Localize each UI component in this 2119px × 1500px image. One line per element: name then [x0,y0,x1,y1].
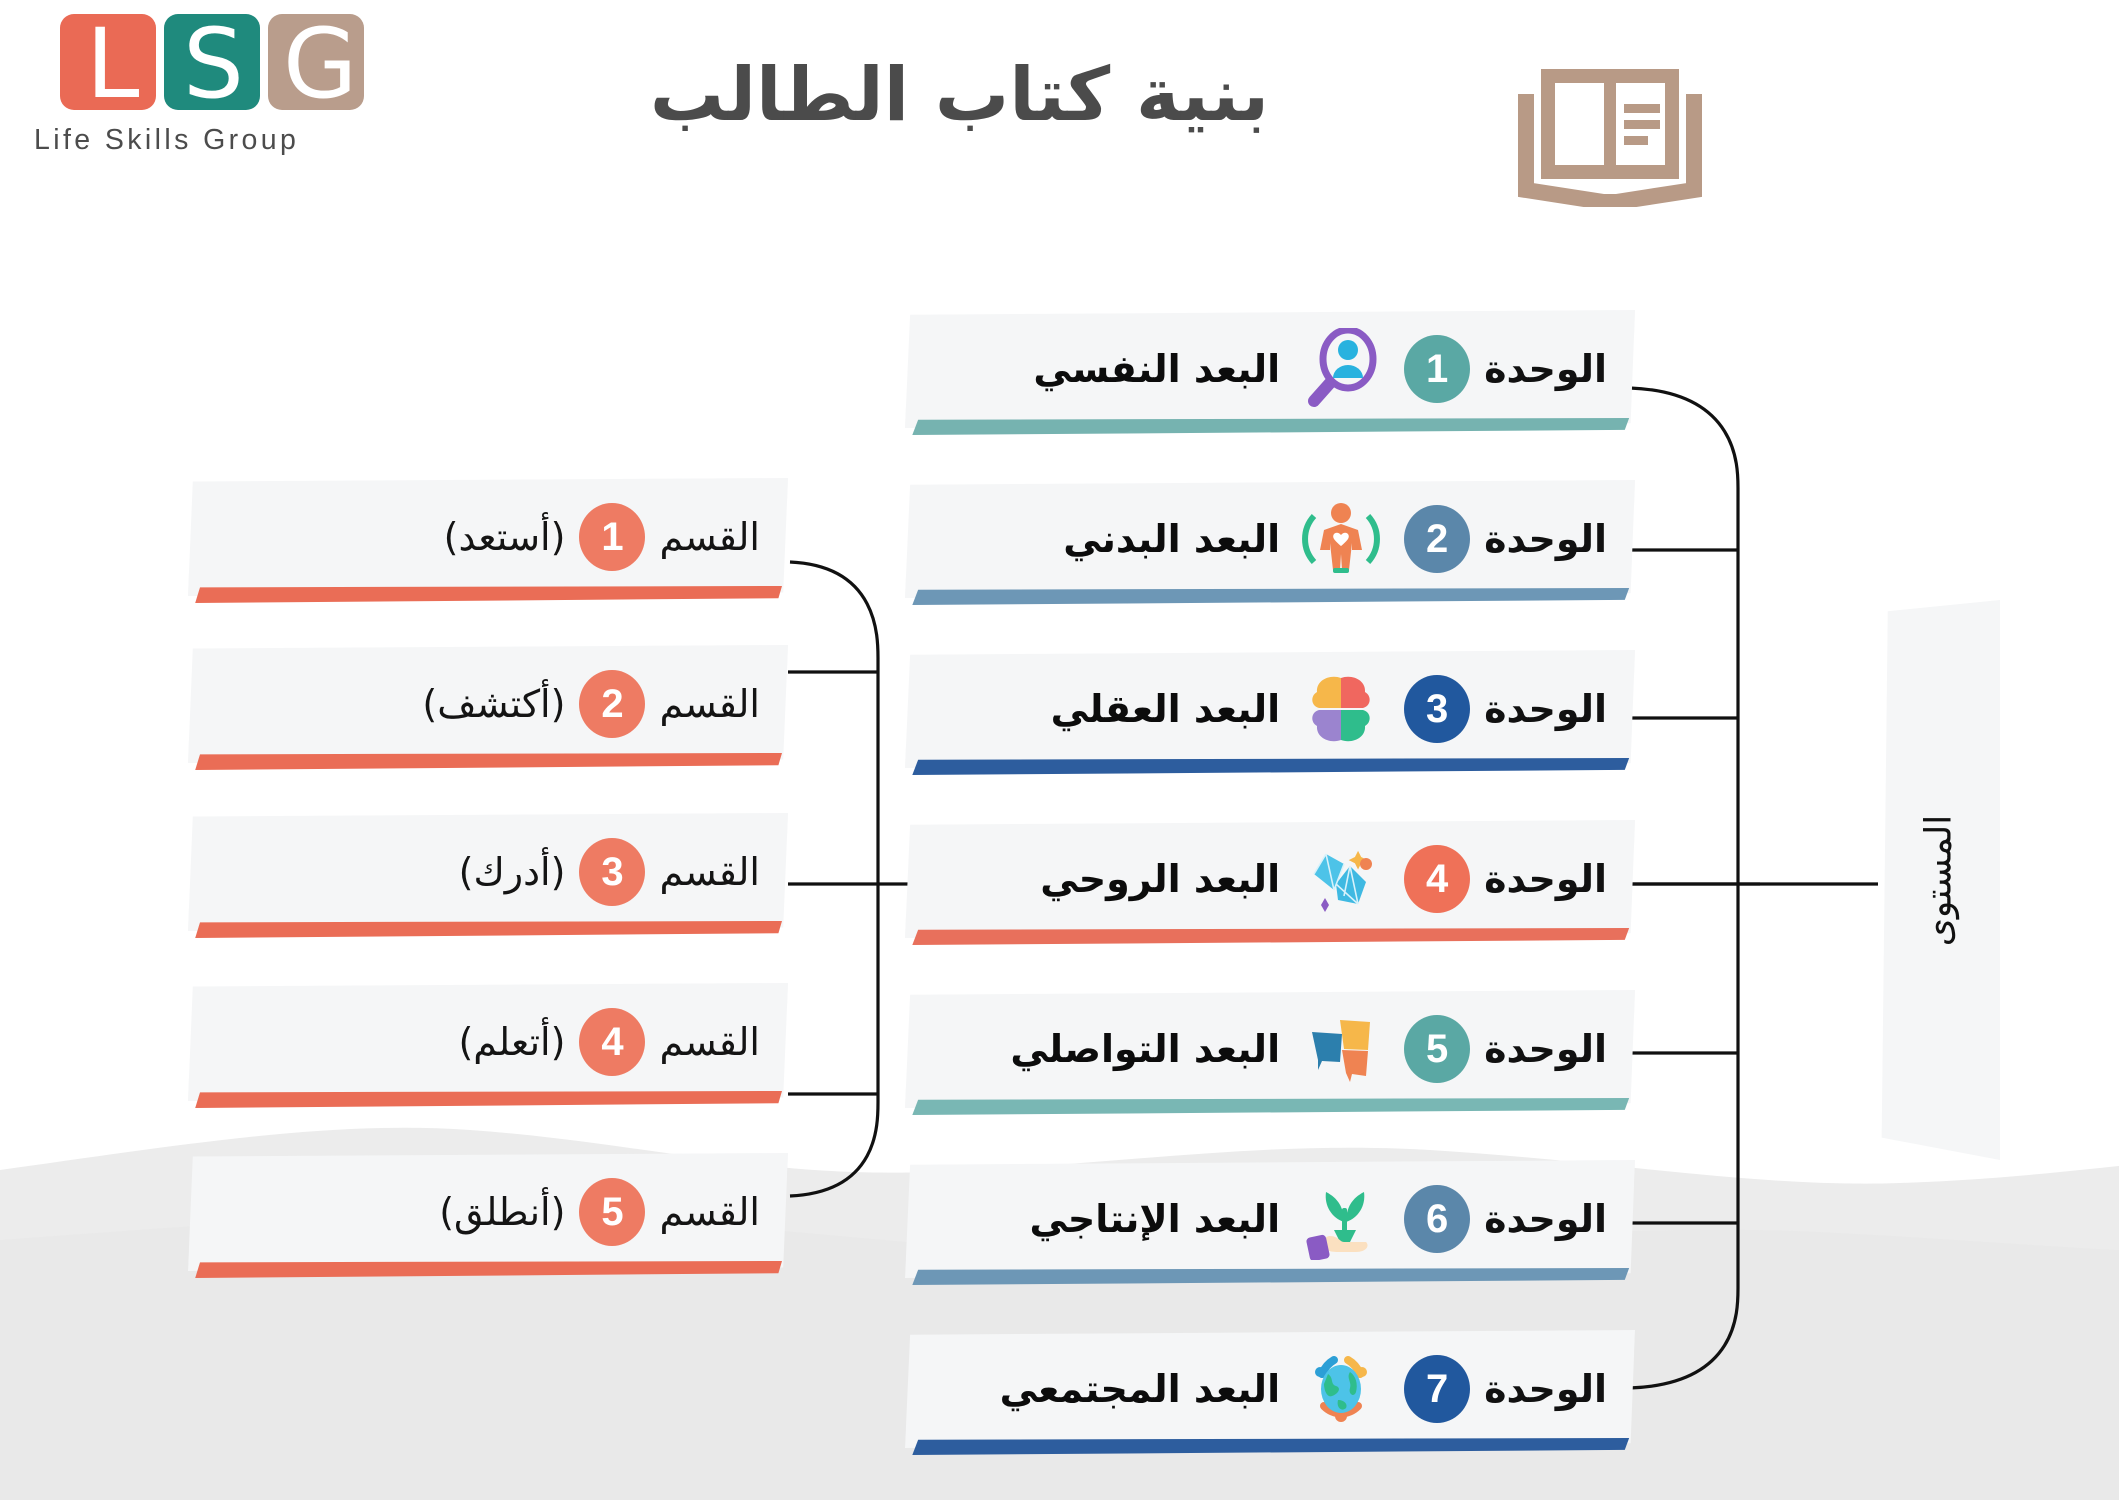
unit-card-1-content: الوحدة 1 البعد النفسي [905,310,1635,428]
section-name-label: (أنطلق) [439,1190,566,1234]
unit-card-7-content: الوحدة 7 البعد المجتمعي [905,1330,1635,1448]
unit-prefix-label: الوحدة [1484,1027,1607,1071]
level-panel-label: المستوى [1918,814,1960,946]
section-name-label: (أستعد) [443,515,566,559]
body-person-heart-icon [1300,498,1382,580]
section-number-badge: 5 [579,1178,646,1246]
section-card-1-content: القسم 1 (أستعد) [188,478,788,596]
unit-prefix-label: الوحدة [1484,1197,1607,1241]
unit-name-label: البعد النفسي [1033,347,1281,391]
section-prefix-label: القسم [659,850,760,894]
open-book-icon [1510,62,1710,212]
unit-number-badge: 7 [1404,1355,1471,1423]
globe-people-icon [1300,1348,1382,1430]
section-prefix-label: القسم [659,682,760,726]
section-card-2[interactable]: القسم 2 (أكتشف) [188,645,788,770]
page-header: L S G Life Skills Group بنية كتاب الطالب [0,0,2119,250]
unit-card-1[interactable]: الوحدة 1 البعد النفسي [905,310,1635,435]
unit-prefix-label: الوحدة [1484,1367,1607,1411]
unit-number-badge: 5 [1404,1015,1471,1083]
section-prefix-label: القسم [659,515,760,559]
unit-name-label: البعد الروحي [1040,857,1281,901]
section-card-1[interactable]: القسم 1 (أستعد) [188,478,788,603]
unit-card-2[interactable]: الوحدة 2 البعد البدني [905,480,1635,605]
section-card-5[interactable]: القسم 5 (أنطلق) [188,1153,788,1278]
unit-card-7[interactable]: الوحدة 7 البعد المجتمعي [905,1330,1635,1455]
section-card-3-content: القسم 3 (أدرك) [188,813,788,931]
section-name-label: (أدرك) [458,850,566,894]
section-card-2-content: القسم 2 (أكتشف) [188,645,788,763]
page-title: بنية كتاب الطالب [0,52,2119,138]
unit-number-badge: 4 [1404,845,1471,913]
unit-prefix-label: الوحدة [1484,347,1607,391]
unit-name-label: البعد العقلي [1050,687,1281,731]
unit-card-2-content: الوحدة 2 البعد البدني [905,480,1635,598]
unit-prefix-label: الوحدة [1484,687,1607,731]
section-prefix-label: القسم [659,1190,760,1234]
unit-card-4[interactable]: الوحدة 4 البعد الروحي [905,820,1635,945]
unit-card-5[interactable]: الوحدة 5 البعد التواصلي [905,990,1635,1115]
unit-card-4-content: الوحدة 4 البعد الروحي [905,820,1635,938]
unit-number-badge: 1 [1404,335,1471,403]
section-number-badge: 1 [579,503,646,571]
section-name-label: (أكتشف) [422,682,566,726]
section-name-label: (أتعلم) [458,1020,566,1064]
unit-name-label: البعد التواصلي [1010,1027,1281,1071]
unit-name-label: البعد البدني [1063,517,1281,561]
section-card-4-content: القسم 4 (أتعلم) [188,983,788,1101]
unit-card-6-content: الوحدة 6 البعد الإنتاجي [905,1160,1635,1278]
hand-sprout-icon [1300,1178,1382,1260]
magnifier-person-icon [1300,328,1382,410]
unit-card-6[interactable]: الوحدة 6 البعد الإنتاجي [905,1160,1635,1285]
speech-bubbles-icon [1300,1008,1382,1090]
unit-name-label: البعد الإنتاجي [1029,1197,1281,1241]
gems-sparkle-icon [1300,838,1382,920]
section-card-5-content: القسم 5 (أنطلق) [188,1153,788,1271]
unit-prefix-label: الوحدة [1484,857,1607,901]
unit-number-badge: 3 [1404,675,1471,743]
unit-number-badge: 2 [1404,505,1471,573]
section-number-badge: 2 [579,670,646,738]
unit-prefix-label: الوحدة [1484,517,1607,561]
unit-card-3-content: الوحدة 3 البعد العقلي [905,650,1635,768]
unit-number-badge: 6 [1404,1185,1471,1253]
section-card-3[interactable]: القسم 3 (أدرك) [188,813,788,938]
unit-card-5-content: الوحدة 5 البعد التواصلي [905,990,1635,1108]
section-number-badge: 3 [579,838,646,906]
section-prefix-label: القسم [659,1020,760,1064]
brain-quadrants-icon [1300,668,1382,750]
unit-card-3[interactable]: الوحدة 3 البعد العقلي [905,650,1635,775]
unit-name-label: البعد المجتمعي [999,1367,1281,1411]
section-number-badge: 4 [579,1008,646,1076]
page-title-text: بنية كتاب الطالب [649,52,1270,138]
level-panel-label-wrap: المستوى [1878,600,2000,1160]
section-card-4[interactable]: القسم 4 (أتعلم) [188,983,788,1108]
